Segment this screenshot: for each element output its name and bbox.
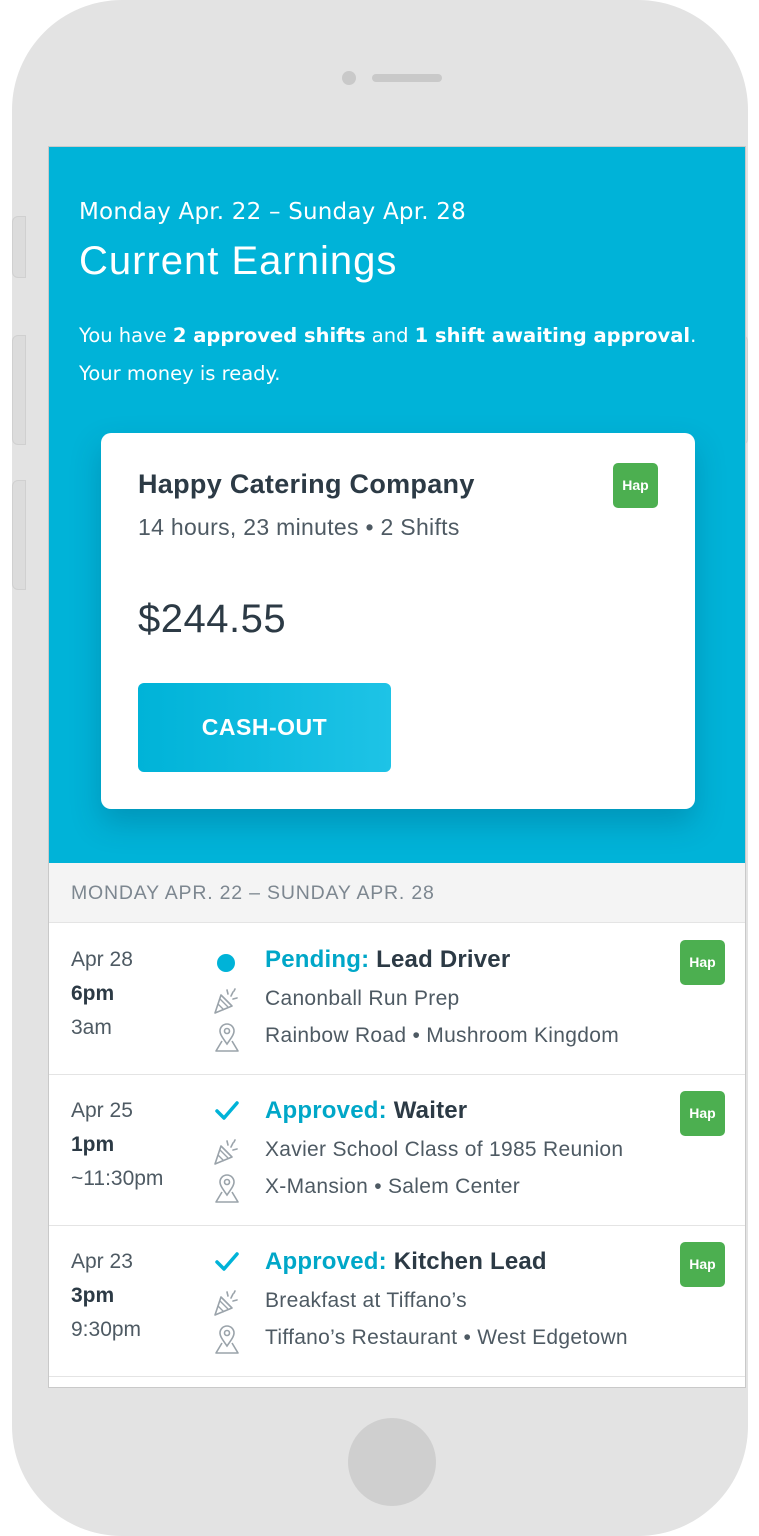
- shift-date: Apr 25: [71, 1099, 133, 1122]
- pending-count: 1 shift awaiting approval: [414, 324, 691, 347]
- mute-switch: [12, 216, 26, 278]
- money-ready-text: Your money is ready.: [79, 362, 281, 385]
- date-range: Monday Apr. 22 – Sunday Apr. 28: [79, 199, 466, 225]
- phone-frame: Monday Apr. 22 – Sunday Apr. 28 Current …: [12, 0, 748, 1536]
- company-badge: Hap: [680, 1242, 725, 1287]
- location-pin-icon: [215, 1174, 239, 1203]
- earnings-message: You have 2 approved shifts and 1 shift a…: [79, 317, 729, 393]
- volume-up-button: [12, 335, 26, 445]
- hours-summary: 14 hours, 23 minutes • 2 Shifts: [138, 514, 460, 540]
- shift-end-time: 9:30pm: [71, 1318, 142, 1341]
- shift-location: Tiffano’s Restaurant • West Edgetown: [265, 1326, 628, 1349]
- shift-role: Lead Driver: [376, 946, 511, 973]
- company-name: Happy Catering Company: [138, 469, 475, 499]
- shift-date: Apr 23: [71, 1250, 133, 1273]
- volume-down-button: [12, 480, 26, 590]
- check-icon: [215, 1252, 239, 1271]
- shift-title: Approved: Kitchen Lead: [265, 1248, 547, 1276]
- earnings-amount: $244.55: [138, 597, 287, 641]
- shift-start-time: 3pm: [71, 1284, 115, 1307]
- shift-start-time: 6pm: [71, 982, 115, 1005]
- approved-count: 2 approved shifts: [172, 324, 366, 347]
- shift-event: Canonball Run Prep: [265, 987, 460, 1010]
- shift-row[interactable]: Apr 25 1pm ~11:30pm Approved: Waiter Xav…: [49, 1075, 745, 1226]
- shift-row[interactable]: Apr 28 6pm 3am Pending: Lead Driver Cano…: [49, 924, 745, 1075]
- shift-event: Xavier School Class of 1985 Reunion: [265, 1138, 624, 1161]
- shift-title: Approved: Waiter: [265, 1097, 467, 1125]
- shift-location: X-Mansion • Salem Center: [265, 1175, 520, 1198]
- shift-start-time: 1pm: [71, 1133, 115, 1156]
- shifts-section-header: MONDAY APR. 22 – SUNDAY APR. 28: [49, 863, 745, 923]
- party-popper-icon: [214, 1139, 238, 1165]
- earnings-card: Happy Catering Company Hap 14 hours, 23 …: [101, 433, 695, 809]
- shift-date: Apr 28: [71, 948, 133, 971]
- shift-end-time: 3am: [71, 1016, 112, 1039]
- shift-role: Waiter: [393, 1097, 468, 1124]
- shift-status: Approved:: [265, 1248, 387, 1275]
- party-popper-icon: [214, 1290, 238, 1316]
- pending-dot-icon: [217, 954, 235, 972]
- app-screen: Monday Apr. 22 – Sunday Apr. 28 Current …: [48, 146, 746, 1388]
- shift-title: Pending: Lead Driver: [265, 946, 510, 974]
- shift-status: Pending:: [265, 946, 370, 973]
- message-text: .: [690, 324, 697, 347]
- page-title: Current Earnings: [79, 239, 398, 283]
- company-badge: Hap: [613, 463, 658, 508]
- shift-location: Rainbow Road • Mushroom Kingdom: [265, 1024, 619, 1047]
- message-text: and: [365, 324, 415, 347]
- home-button[interactable]: [348, 1418, 436, 1506]
- message-text: You have: [79, 324, 173, 347]
- shift-role: Kitchen Lead: [393, 1248, 547, 1275]
- earnings-hero: Monday Apr. 22 – Sunday Apr. 28 Current …: [49, 147, 745, 863]
- shift-event: Breakfast at Tiffano’s: [265, 1289, 467, 1312]
- shift-end-time: ~11:30pm: [71, 1167, 164, 1190]
- shift-row[interactable]: Apr 23 3pm 9:30pm Approved: Kitchen Lead…: [49, 1226, 745, 1377]
- shift-status: Approved:: [265, 1097, 387, 1124]
- check-icon: [215, 1101, 239, 1120]
- front-camera: [342, 71, 356, 85]
- earpiece-speaker: [372, 74, 442, 82]
- location-pin-icon: [215, 1325, 239, 1354]
- cash-out-button[interactable]: CASH-OUT: [138, 683, 391, 772]
- party-popper-icon: [214, 988, 238, 1014]
- company-badge: Hap: [680, 1091, 725, 1136]
- company-badge: Hap: [680, 940, 725, 985]
- location-pin-icon: [215, 1023, 239, 1052]
